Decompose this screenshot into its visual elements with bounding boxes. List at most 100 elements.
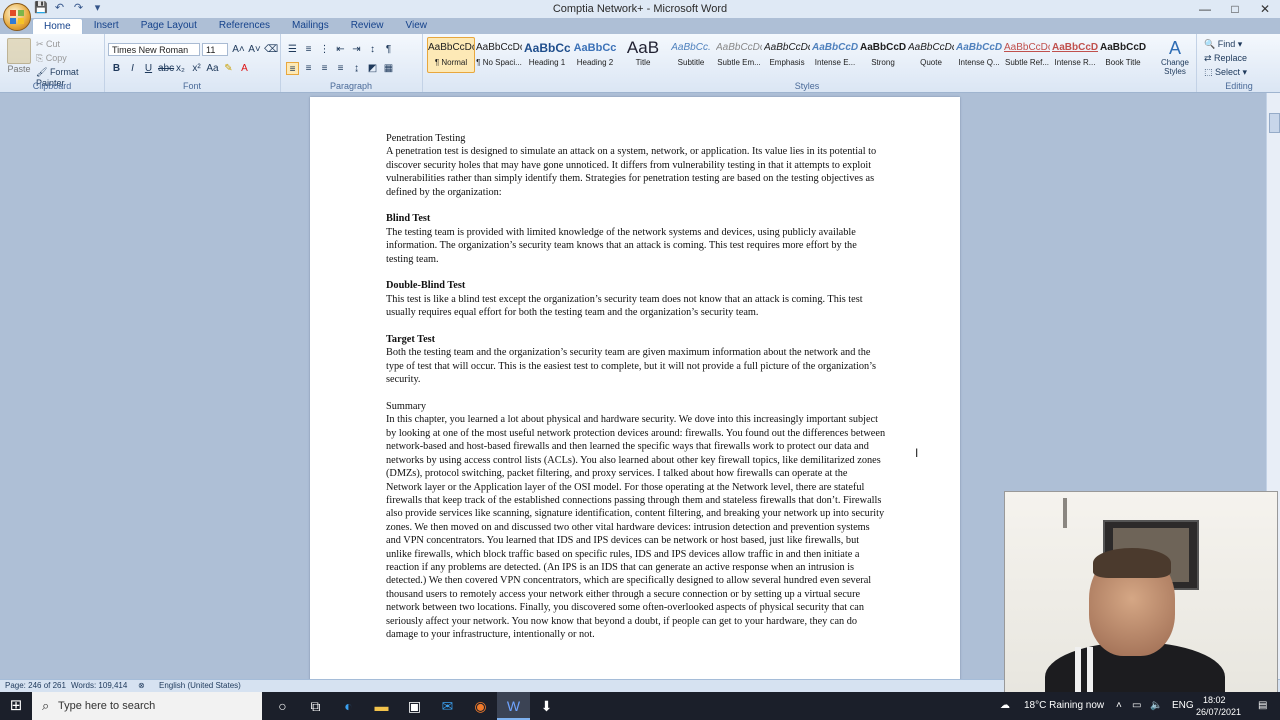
style-subtle-reference[interactable]: AaBbCcDc Subtle Ref... [1003, 37, 1051, 73]
justify-icon[interactable]: ≡ [334, 62, 347, 75]
task-view-icon[interactable]: ⧉ [299, 692, 332, 720]
paste-button[interactable]: Paste [6, 38, 32, 78]
style-heading-2[interactable]: AaBbCc Heading 2 [571, 37, 619, 73]
style-intense-quote[interactable]: AaBbCcDc Intense Q... [955, 37, 1003, 73]
document-page[interactable]: Penetration Testing A penetration test i… [310, 97, 960, 679]
change-case-icon[interactable]: Aa [206, 62, 219, 75]
style-preview: AaBbCcDc [812, 42, 858, 53]
word-icon[interactable]: W [497, 692, 530, 720]
borders-icon[interactable]: ▦ [382, 62, 395, 75]
find-button[interactable]: 🔍 Find ▾ [1204, 39, 1242, 50]
cortana-icon[interactable]: ○ [266, 692, 299, 720]
style-name: Heading 1 [528, 58, 566, 67]
underline-icon[interactable]: U [142, 62, 155, 75]
style-name: Subtitle [677, 58, 705, 67]
italic-icon[interactable]: I [126, 62, 139, 75]
style-heading-1[interactable]: AaBbCc Heading 1 [523, 37, 571, 73]
tab-references[interactable]: References [208, 18, 281, 34]
tab-insert[interactable]: Insert [83, 18, 130, 34]
network-icon[interactable]: ▭ [1132, 700, 1141, 711]
ribbon-tabs: Home Insert Page Layout References Maili… [32, 18, 439, 35]
numbering-icon[interactable]: ≡ [302, 43, 315, 56]
bullets-icon[interactable]: ☰ [286, 43, 299, 56]
style-quote[interactable]: AaBbCcDc Quote [907, 37, 955, 73]
tab-mailings[interactable]: Mailings [281, 18, 340, 34]
paragraph-group: ☰ ≡ ⋮ ⇤ ⇥ ↕ ¶ ≡ ≡ ≡ ≡ ↨ ◩ ▦ Paragraph [280, 34, 423, 92]
replace-button[interactable]: ⇄ Replace [1204, 53, 1247, 64]
multilevel-icon[interactable]: ⋮ [318, 43, 331, 56]
bold-icon[interactable]: B [110, 62, 123, 75]
align-center-icon[interactable]: ≡ [302, 62, 315, 75]
taskbar-search[interactable]: ⌕ Type here to search [32, 692, 262, 720]
style-book-title[interactable]: AaBbCcDc Book Title [1099, 37, 1147, 73]
align-right-icon[interactable]: ≡ [318, 62, 331, 75]
style-strong[interactable]: AaBbCcDc Strong [859, 37, 907, 73]
font-color-icon[interactable]: A [238, 62, 251, 75]
style-emphasis[interactable]: AaBbCcDc Emphasis [763, 37, 811, 73]
ribbon: Paste ✂ Cut ⎘ Copy 🖌 Format Painter Clip… [0, 34, 1280, 93]
decrease-indent-icon[interactable]: ⇤ [334, 43, 347, 56]
increase-indent-icon[interactable]: ⇥ [350, 43, 363, 56]
font-name-select[interactable]: Times New Roman [108, 43, 200, 56]
font-size-select[interactable]: 11 [202, 43, 228, 56]
word-count[interactable]: Words: 109,414 [71, 681, 127, 690]
style-preview: AaBbCcDc [860, 42, 906, 53]
style-name: Book Title [1105, 58, 1141, 67]
store-icon[interactable]: ▣ [398, 692, 431, 720]
align-left-icon[interactable]: ≡ [286, 62, 299, 75]
tab-home[interactable]: Home [32, 18, 83, 35]
app-icon[interactable]: ⬇ [530, 692, 563, 720]
style-title[interactable]: AaB Title [619, 37, 667, 73]
shrink-font-icon[interactable]: A˅ [248, 43, 261, 56]
style-preview: AaBbCcDc [1100, 42, 1146, 53]
tab-page-layout[interactable]: Page Layout [130, 18, 208, 34]
input-language[interactable]: ENG [1172, 700, 1194, 711]
office-button[interactable] [3, 3, 31, 31]
weather-icon[interactable]: ☁ [1000, 700, 1010, 711]
subscript-icon[interactable]: x₂ [174, 62, 187, 75]
restore-button[interactable]: □ [1220, 0, 1250, 18]
copy-button[interactable]: ⎘ Copy [36, 53, 67, 64]
proofing-icon[interactable]: ⊗ [138, 681, 145, 690]
style-subtle-emphasis[interactable]: AaBbCcDc Subtle Em... [715, 37, 763, 73]
style-preview: AaBbCcDc [716, 42, 762, 53]
change-styles-button[interactable]: A Change Styles [1158, 38, 1192, 76]
tab-review[interactable]: Review [340, 18, 395, 34]
cut-button[interactable]: ✂ Cut [36, 39, 60, 50]
line-spacing-icon[interactable]: ↨ [350, 62, 363, 75]
edge-icon[interactable]: ◐ [332, 692, 365, 720]
style-normal[interactable]: AaBbCcDc ¶ Normal [427, 37, 475, 73]
notifications-icon[interactable]: ▤ [1258, 700, 1267, 711]
pilcrow-icon[interactable]: ¶ [382, 43, 395, 56]
style-intense-emphasis[interactable]: AaBbCcDc Intense E... [811, 37, 859, 73]
sort-icon[interactable]: ↕ [366, 43, 379, 56]
webcam-overlay [1004, 491, 1278, 694]
style-subtitle[interactable]: AaBbCc. Subtitle [667, 37, 715, 73]
clock-time[interactable]: 18:02 [1203, 695, 1226, 705]
scroll-thumb[interactable] [1269, 113, 1280, 133]
file-explorer-icon[interactable]: ▬ [365, 692, 398, 720]
heading-penetration-testing: Penetration Testing [386, 133, 466, 144]
strikethrough-icon[interactable]: abc [158, 62, 174, 75]
close-button[interactable]: ✕ [1250, 0, 1280, 18]
language-indicator[interactable]: English (United States) [159, 681, 241, 690]
page-count[interactable]: Page: 246 of 261 [5, 681, 66, 690]
tray-chevron-icon[interactable]: ˄ [1116, 700, 1122, 711]
clock-date[interactable]: 26/07/2021 [1196, 707, 1241, 717]
clear-format-icon[interactable]: ⌫ [264, 43, 278, 56]
superscript-icon[interactable]: x² [190, 62, 203, 75]
select-button[interactable]: ⬚ Select ▾ [1204, 67, 1247, 78]
volume-icon[interactable]: 🔈 [1150, 700, 1162, 711]
text-cursor-icon: I [915, 446, 919, 460]
weather-text[interactable]: 18°C Raining now [1024, 700, 1104, 711]
highlight-icon[interactable]: ✎ [222, 62, 235, 75]
tab-view[interactable]: View [395, 18, 439, 34]
windows-start-icon[interactable]: ⊞ [0, 692, 32, 720]
shading-icon[interactable]: ◩ [366, 62, 379, 75]
style-intense-reference[interactable]: AaBbCcDc Intense R... [1051, 37, 1099, 73]
mail-icon[interactable]: ✉ [431, 692, 464, 720]
style-no-spacing[interactable]: AaBbCcDc ¶ No Spaci... [475, 37, 523, 73]
minimize-button[interactable]: — [1190, 0, 1220, 18]
grow-font-icon[interactable]: A˄ [232, 43, 245, 56]
firefox-icon[interactable]: ◉ [464, 692, 497, 720]
